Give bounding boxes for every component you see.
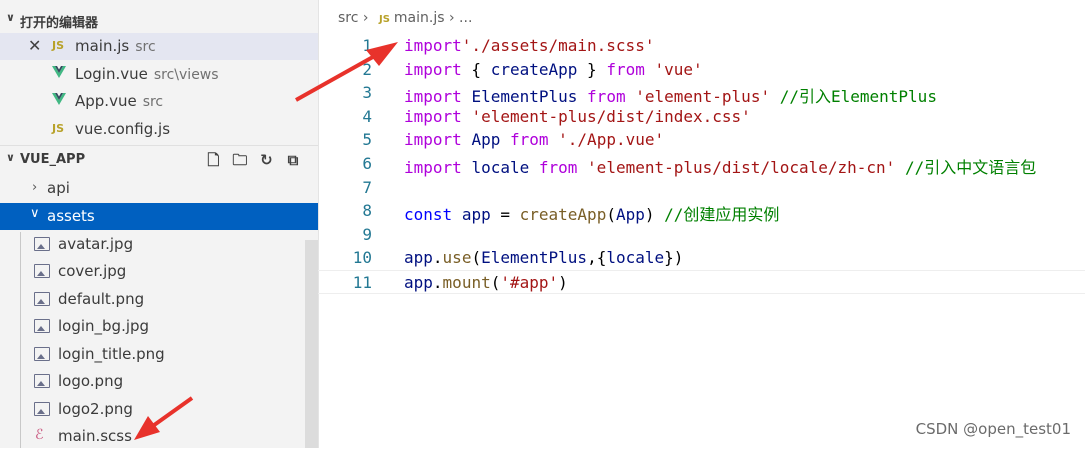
annotation-arrows [134,42,398,440]
arrowhead-top [366,42,398,66]
arrow-to-import-line [295,51,381,102]
arrow-to-scss-file [148,396,194,430]
arrowhead-bottom [134,416,160,440]
